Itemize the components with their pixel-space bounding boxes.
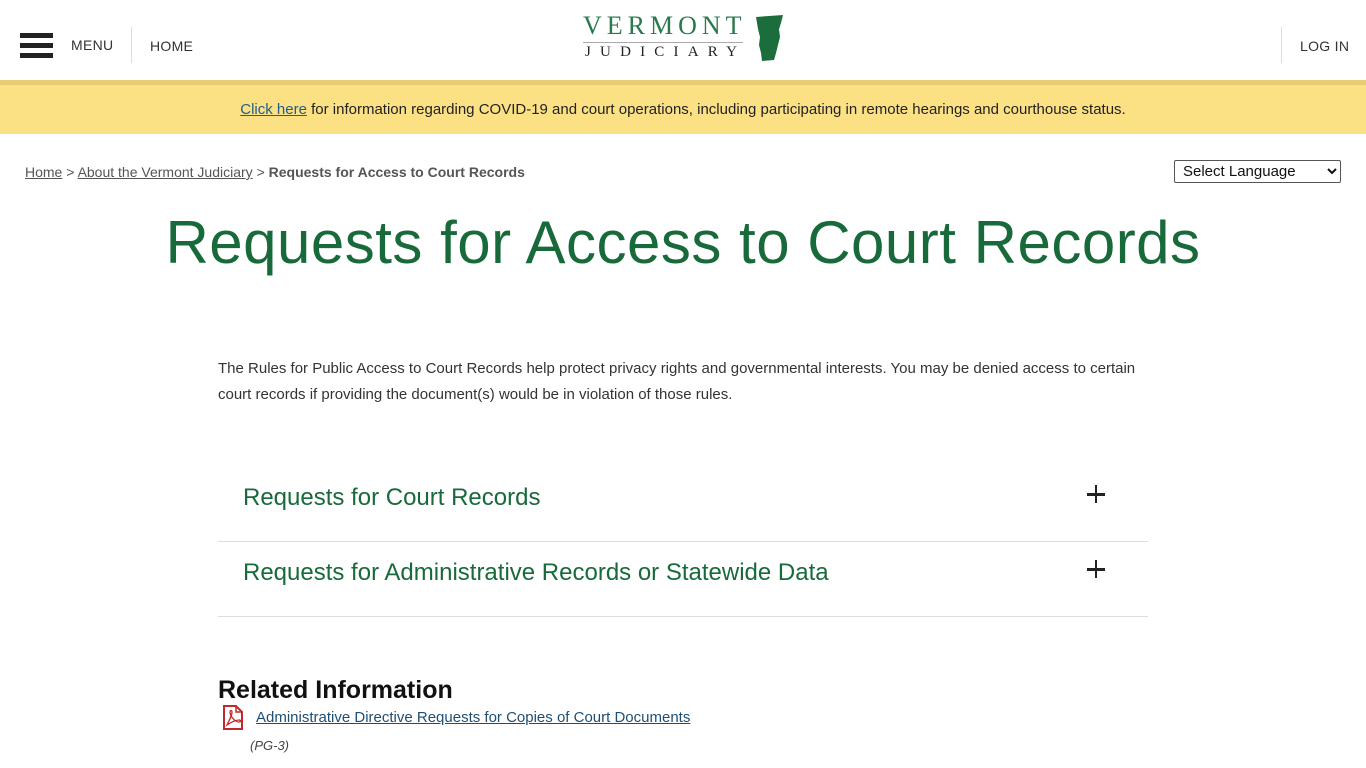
breadcrumb-about[interactable]: About the Vermont Judiciary xyxy=(78,164,253,180)
vermont-state-icon xyxy=(756,15,783,61)
breadcrumb-separator: > xyxy=(66,164,75,180)
accordion-title[interactable]: Requests for Court Records xyxy=(243,484,540,512)
related-document-code: (PG-3) xyxy=(250,738,289,753)
related-information-heading: Related Information xyxy=(218,676,453,704)
banner-text: Click here for information regarding COV… xyxy=(0,101,1366,118)
pdf-icon xyxy=(223,705,243,730)
plus-icon[interactable] xyxy=(1084,557,1108,581)
menu-button[interactable]: MENU xyxy=(71,37,113,53)
header-divider xyxy=(131,27,132,63)
banner-click-here-link[interactable]: Click here xyxy=(240,101,307,118)
breadcrumb-current: Requests for Access to Court Records xyxy=(268,164,525,180)
page-title: Requests for Access to Court Records xyxy=(165,209,1201,276)
header-divider xyxy=(1281,27,1282,63)
plus-icon[interactable] xyxy=(1084,482,1108,506)
accordion-court-records[interactable]: Requests for Court Records xyxy=(218,467,1148,542)
banner-message: for information regarding COVID-19 and c… xyxy=(306,101,1126,118)
breadcrumb: Home > About the Vermont Judiciary > Req… xyxy=(25,164,525,180)
breadcrumb-separator: > xyxy=(256,164,265,180)
intro-paragraph: The Rules for Public Access to Court Rec… xyxy=(218,360,1136,403)
accordion-title[interactable]: Requests for Administrative Records or S… xyxy=(243,559,829,587)
accordion-administrative-records[interactable]: Requests for Administrative Records or S… xyxy=(218,542,1148,617)
related-document-link[interactable]: Administrative Directive Requests for Co… xyxy=(256,709,690,726)
home-nav-link[interactable]: HOME xyxy=(150,38,193,54)
covid-banner: Click here for information regarding COV… xyxy=(0,80,1366,134)
language-select[interactable]: Select Language xyxy=(1174,160,1341,183)
logo-vermont-text: VERMONT xyxy=(583,11,747,40)
logo-judiciary-text: JUDICIARY xyxy=(585,44,747,60)
hamburger-menu-icon[interactable] xyxy=(20,33,53,58)
vermont-judiciary-logo[interactable]: VERMONT JUDICIARY xyxy=(583,13,785,63)
site-header: MENU HOME VERMONT JUDICIARY LOG IN xyxy=(0,0,1366,80)
breadcrumb-home[interactable]: Home xyxy=(25,164,62,180)
login-link[interactable]: LOG IN xyxy=(1300,38,1349,54)
